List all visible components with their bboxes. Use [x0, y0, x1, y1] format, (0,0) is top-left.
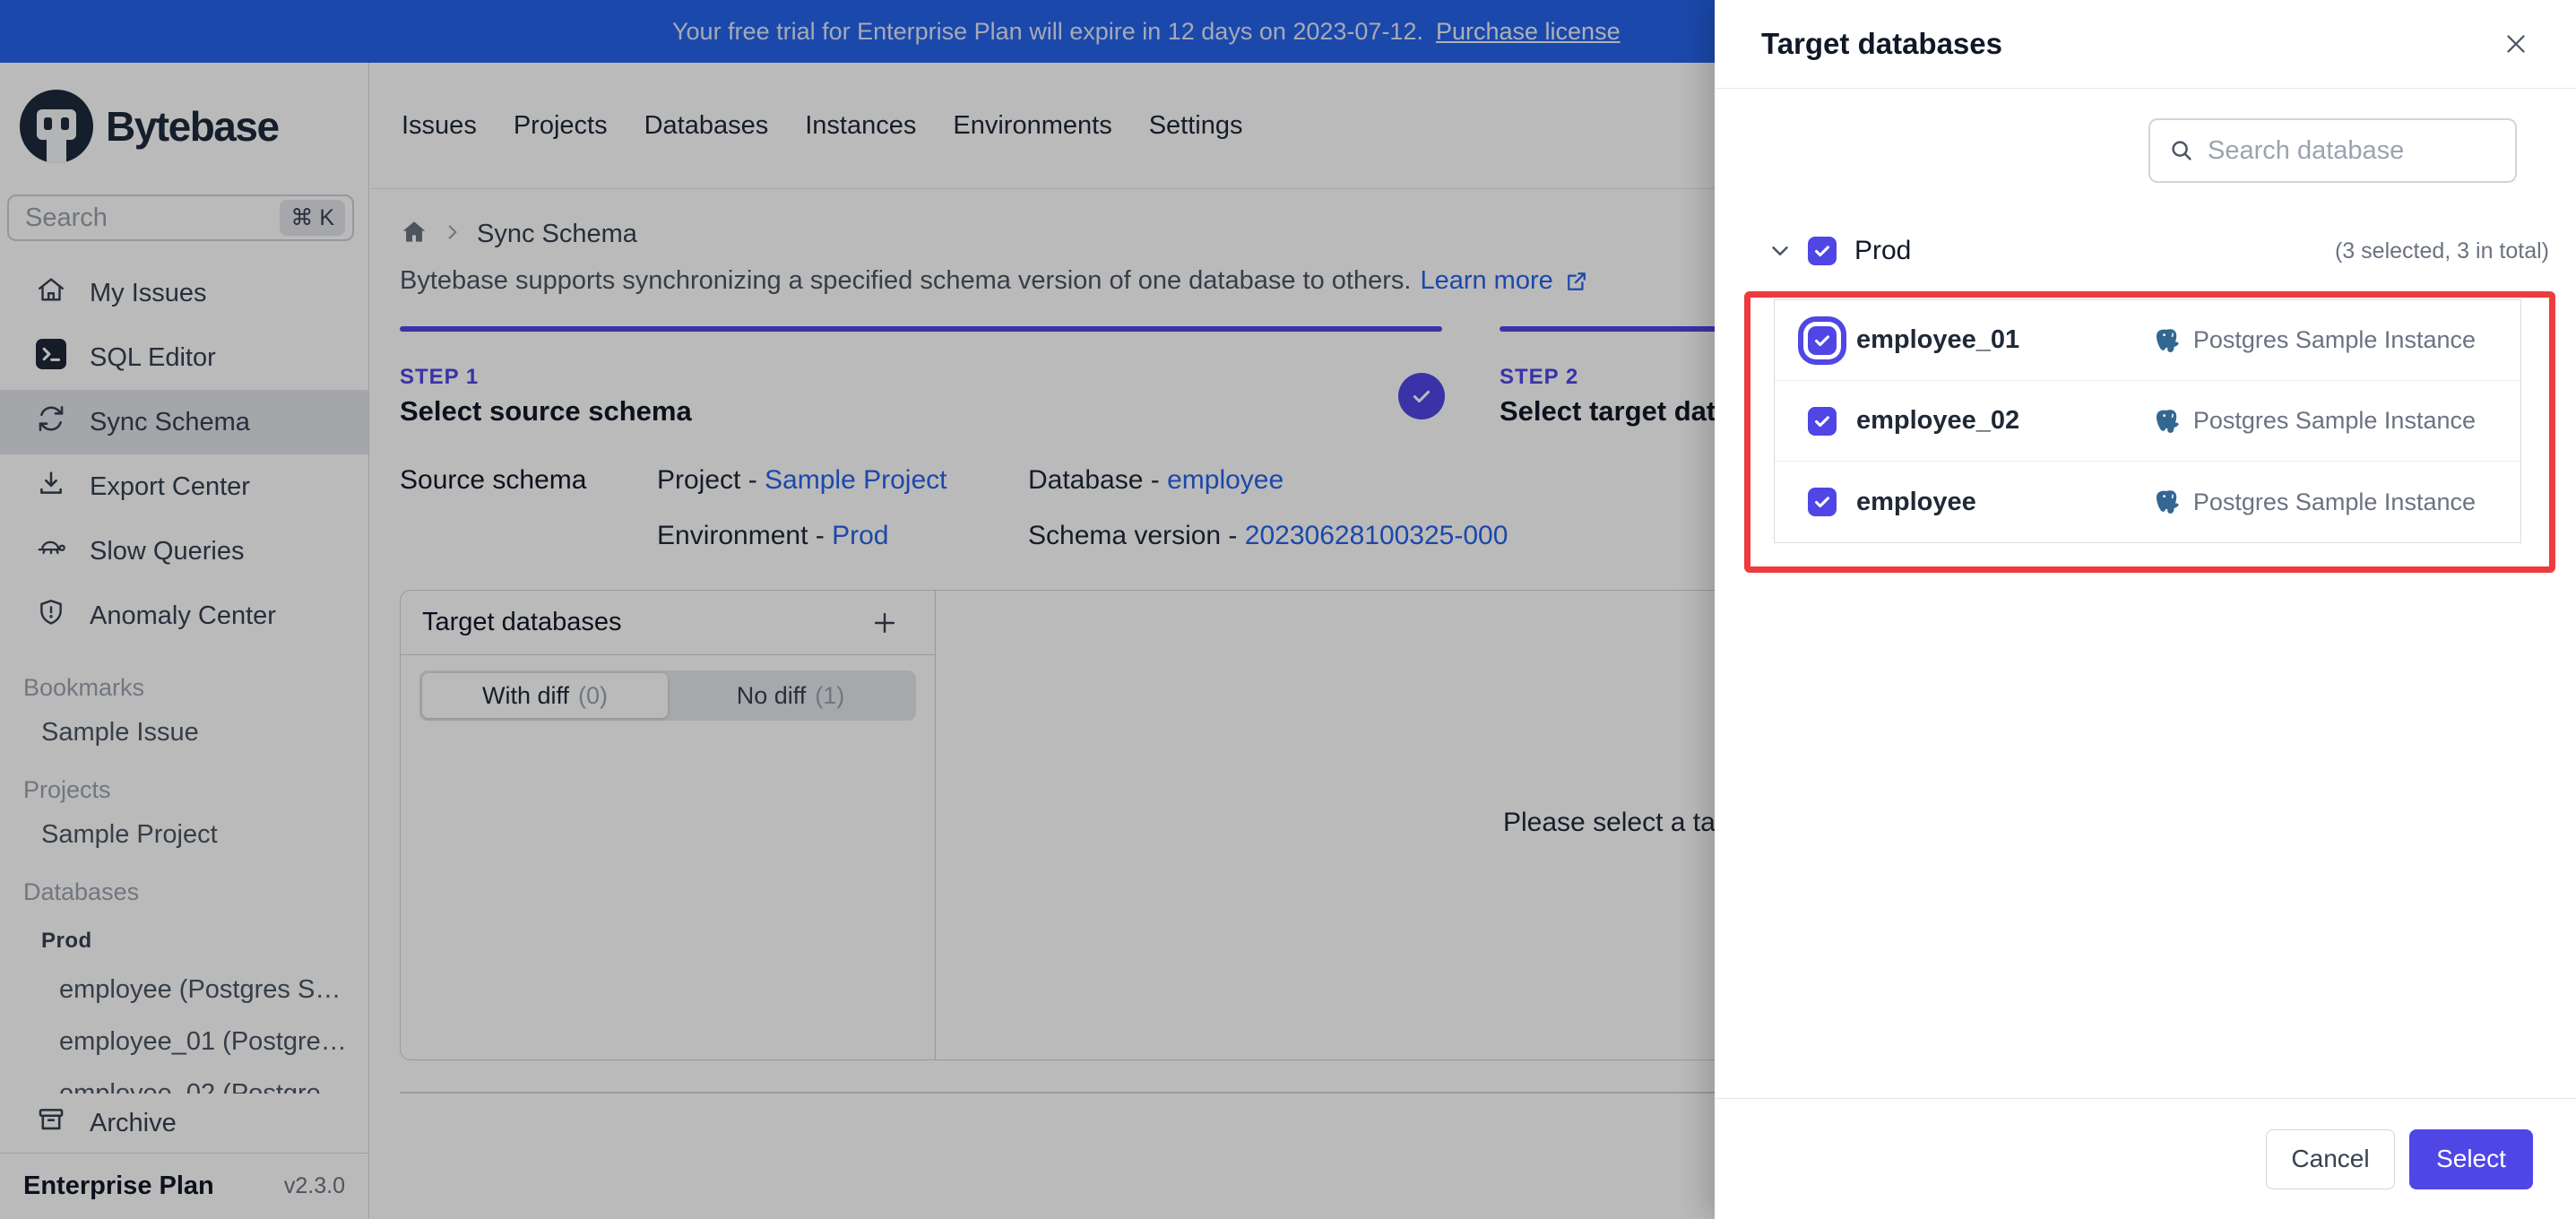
- row-checkbox[interactable]: [1808, 325, 1837, 355]
- check-icon: [1815, 497, 1829, 508]
- row-checkbox[interactable]: [1808, 488, 1837, 516]
- group-name[interactable]: Prod: [1854, 236, 2335, 266]
- group-checkbox[interactable]: [1808, 237, 1837, 265]
- database-list: employee_01 Postgres Sample Instance emp…: [1774, 299, 2521, 543]
- database-name: employee_02: [1856, 406, 2020, 435]
- instance-name: Postgres Sample Instance: [2192, 488, 2476, 515]
- close-icon[interactable]: [2496, 24, 2536, 64]
- database-search[interactable]: [2148, 118, 2517, 183]
- bytebase-app: Your free trial for Enterprise Plan will…: [0, 0, 2576, 1219]
- cancel-button[interactable]: Cancel: [2266, 1128, 2395, 1189]
- chevron-down-icon[interactable]: [1767, 238, 1794, 264]
- drawer-title: Target databases: [1761, 27, 2002, 60]
- postgres-icon: [2156, 490, 2179, 514]
- target-databases-drawer: Target databases Prod (3 selected, 3 in …: [1715, 0, 2576, 1219]
- postgres-icon: [2156, 409, 2179, 433]
- postgres-icon: [2156, 328, 2179, 352]
- database-row-employee[interactable]: employee Postgres Sample Instance: [1775, 462, 2520, 542]
- drawer-header: Target databases: [1715, 0, 2576, 89]
- select-button[interactable]: Select: [2409, 1128, 2533, 1189]
- row-checkbox[interactable]: [1808, 406, 1837, 436]
- check-icon: [1815, 334, 1829, 346]
- instance-name: Postgres Sample Instance: [2192, 326, 2476, 353]
- check-icon: [1815, 415, 1829, 427]
- search-icon: [2172, 141, 2191, 160]
- instance-name: Postgres Sample Instance: [2192, 407, 2476, 434]
- database-name: employee: [1856, 487, 1976, 516]
- group-selection-summary: (3 selected, 3 in total): [2334, 238, 2549, 264]
- database-row-employee-02[interactable]: employee_02 Postgres Sample Instance: [1775, 381, 2520, 462]
- drawer-footer: Cancel Select: [1715, 1098, 2576, 1219]
- check-icon: [1815, 246, 1829, 257]
- database-row-employee-01[interactable]: employee_01 Postgres Sample Instance: [1775, 300, 2520, 381]
- environment-group-row: Prod (3 selected, 3 in total): [1767, 231, 2549, 271]
- database-search-input[interactable]: [2208, 135, 2499, 166]
- database-name: employee_01: [1856, 325, 2020, 354]
